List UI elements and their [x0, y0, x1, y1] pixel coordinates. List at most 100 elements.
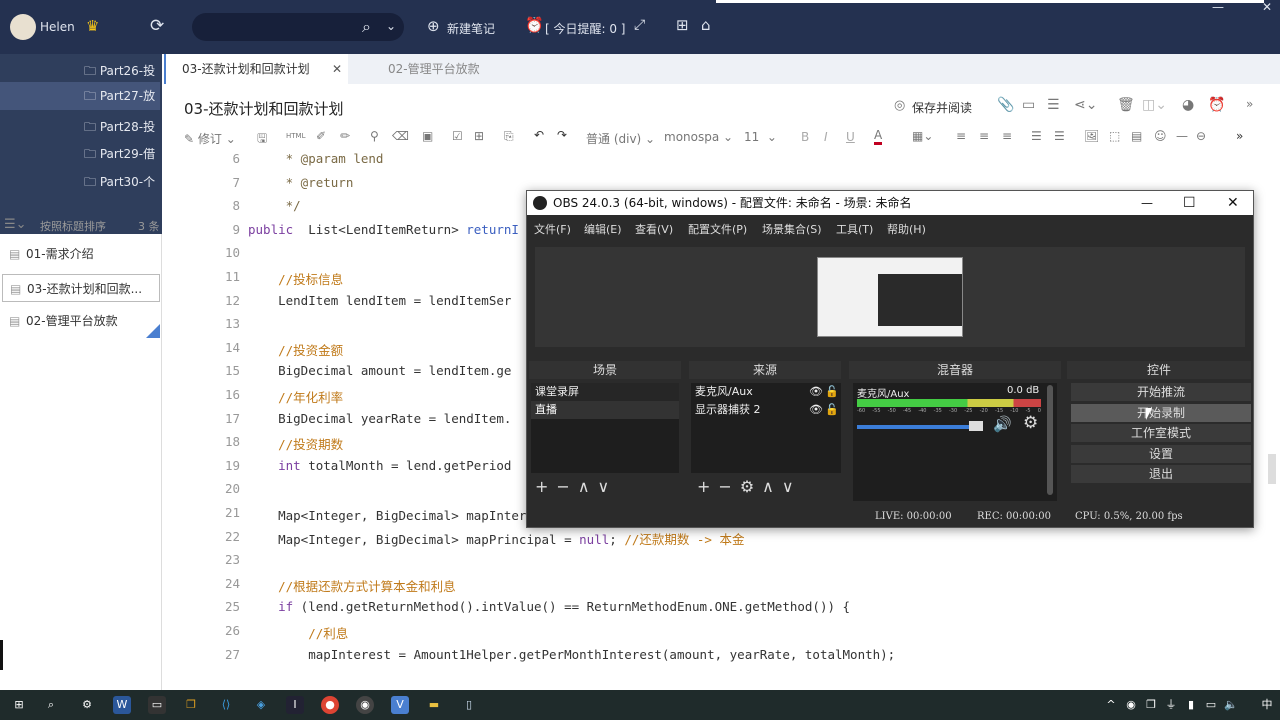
code-line[interactable]: //投资金额 [248, 340, 343, 359]
folder-item[interactable]: 🗀 Part28-投 [84, 118, 158, 139]
move-down-icon[interactable]: ∨ [598, 477, 618, 496]
code-line[interactable]: //年化利率 [248, 387, 343, 406]
tab-inactive[interactable]: 02-管理平台放款 [372, 54, 480, 84]
move-down-icon[interactable]: ∨ [782, 477, 802, 496]
grid-icon[interactable]: ⊞ [676, 16, 689, 34]
obs-taskbar-icon[interactable]: ◉ [356, 696, 374, 714]
code-line[interactable]: * @return [248, 175, 354, 190]
volume-slider[interactable] [857, 425, 977, 429]
ordered-list-icon[interactable]: ☰ [1031, 129, 1042, 143]
code-line[interactable]: if (lend.getReturnMethod().intValue() ==… [248, 599, 850, 614]
settings-icon[interactable]: ⚙ [78, 696, 96, 714]
pen-icon[interactable]: ✏ [340, 129, 350, 143]
code-line[interactable]: * @param lend [248, 151, 384, 166]
control-button[interactable]: 开始录制 [1071, 403, 1251, 422]
code-line[interactable]: public List<LendItemReturn> returnI [248, 222, 519, 237]
code-line[interactable]: LendItem lendItem = lendItemSer [248, 293, 511, 308]
copy-icon[interactable]: ⎘ [504, 129, 514, 144]
move-up-icon[interactable]: ∧ [578, 477, 598, 496]
menu-profile[interactable]: 配置文件(P) [688, 221, 747, 237]
scene-item[interactable]: 课堂录屏 [531, 383, 679, 401]
brush-icon[interactable]: ⚲ [370, 129, 379, 143]
scene-item-selected[interactable]: 直播 [531, 401, 679, 419]
emoji-icon[interactable]: ☺ [1154, 129, 1167, 143]
html-button[interactable]: HTML [286, 132, 305, 140]
bold-button[interactable]: B [801, 130, 809, 144]
obs-tray-icon[interactable]: ◉ [1122, 696, 1140, 714]
add-icon[interactable]: ⊕ [427, 17, 440, 35]
user-name[interactable]: Helen [40, 20, 75, 34]
home-icon[interactable]: ⌂ [701, 16, 711, 34]
folder-item[interactable]: 🗀 Part26-投 [84, 62, 158, 83]
visibility-icon[interactable]: 👁 [809, 383, 823, 401]
save-read-button[interactable]: 保存并阅读 [912, 99, 972, 116]
close-icon[interactable]: ✕ [1262, 0, 1272, 14]
control-button[interactable]: 设置 [1071, 444, 1251, 463]
menu-tools[interactable]: 工具(T) [836, 221, 873, 237]
resize-corner[interactable] [146, 324, 160, 338]
font-select[interactable]: monospa ⌄ [664, 130, 733, 144]
note-item[interactable]: ▤ 03-还款计划和回款... [2, 274, 160, 302]
minimize-button[interactable]: — [1141, 191, 1153, 215]
bullet-list-icon[interactable]: ☰ [1054, 129, 1065, 143]
ime-indicator[interactable]: 中 [1258, 696, 1276, 714]
lock-icon[interactable]: 🔓 [825, 383, 839, 401]
code-line[interactable]: BigDecimal amount = lendItem.ge [248, 363, 511, 378]
code-line[interactable]: */ [248, 198, 301, 213]
block-format-select[interactable]: 普通 (div) ⌄ [586, 130, 655, 147]
history-icon[interactable]: ☰ [1047, 97, 1060, 113]
search-input[interactable]: ⌕ ⌄ [192, 13, 404, 41]
font-color-icon[interactable]: A [874, 128, 883, 145]
tab-active[interactable]: 03-还款计划和回款计划 ✕ [164, 54, 348, 84]
code-line[interactable]: BigDecimal yearRate = lendItem. [248, 411, 511, 426]
notes-app-icon[interactable]: V [391, 696, 409, 714]
explorer-icon[interactable]: ▬ [425, 696, 443, 714]
control-button[interactable]: 开始推流 [1071, 383, 1251, 401]
link-icon[interactable]: ⊖ [1196, 129, 1206, 143]
more-icon[interactable]: » [1246, 97, 1253, 111]
template-icon[interactable]: ▣ [422, 129, 433, 143]
code-line[interactable]: Map<Integer, BigDecimal> mapPrincipal = … [248, 529, 744, 548]
reminder-button[interactable]: [ 今日提醒: 0 ] [545, 20, 626, 37]
screenshot-icon[interactable]: ⬚ [1109, 129, 1120, 143]
comment-icon[interactable]: ▭ [1022, 97, 1035, 113]
control-button[interactable]: 工作室模式 [1071, 424, 1251, 442]
italic-button[interactable]: I [824, 130, 828, 144]
intellij-icon[interactable]: I [286, 696, 304, 714]
more-format-icon[interactable]: » [1236, 129, 1243, 143]
align-left-icon[interactable]: ≡ [956, 129, 966, 143]
menu-scene-collection[interactable]: 场景集合(S) [762, 221, 822, 237]
alarm-icon[interactable]: ⏰ [525, 16, 544, 34]
source-item[interactable]: 麦克风/Aux 👁 🔓 [691, 383, 841, 401]
volume-slider-handle[interactable] [969, 421, 983, 431]
start-icon[interactable]: ⊞ [10, 696, 28, 714]
delete-icon[interactable]: 🗑 [1117, 97, 1135, 113]
menu-view[interactable]: 查看(V) [635, 221, 673, 237]
lock-icon[interactable]: 🔓 [825, 401, 839, 419]
folder-item[interactable]: 🗀 Part30-个 [84, 173, 158, 194]
source-settings-icon[interactable]: ⚙ [740, 477, 762, 496]
app-icon[interactable]: ◈ [252, 696, 270, 714]
add-source-icon[interactable]: + [697, 477, 718, 496]
code-line[interactable]: //利息 [248, 623, 348, 642]
terminal-icon[interactable]: ▭ [148, 696, 166, 714]
tray-app-icon[interactable]: ❐ [1142, 696, 1160, 714]
search-icon[interactable]: ⌕ [362, 17, 371, 37]
control-button[interactable]: 退出 [1071, 465, 1251, 483]
notepad-icon[interactable]: ▯ [460, 696, 478, 714]
word-icon[interactable]: W [113, 696, 131, 714]
highlight-icon[interactable]: ✐ [316, 129, 326, 143]
chevron-down-icon[interactable]: ⌄ [386, 19, 396, 33]
network-icon[interactable]: ▭ [1202, 696, 1220, 714]
hr-icon[interactable]: — [1176, 129, 1188, 143]
underline-button[interactable]: U [846, 130, 855, 144]
code-line[interactable]: mapInterest = Amount1Helper.getPerMonthI… [248, 647, 895, 662]
wechat-icon[interactable]: ◕ [1182, 97, 1194, 113]
mixer-settings-icon[interactable]: ⚙ [1023, 413, 1038, 433]
source-item[interactable]: 显示器捕获 2 👁 🔓 [691, 401, 841, 419]
usb-icon[interactable]: ⏚ [1162, 696, 1180, 714]
align-center-icon[interactable]: ≡ [979, 129, 989, 143]
alarm-icon[interactable]: ⏰ [1208, 97, 1225, 113]
search-icon[interactable]: ⌕ [42, 696, 60, 714]
eraser-icon[interactable]: ⌫ [392, 129, 409, 143]
